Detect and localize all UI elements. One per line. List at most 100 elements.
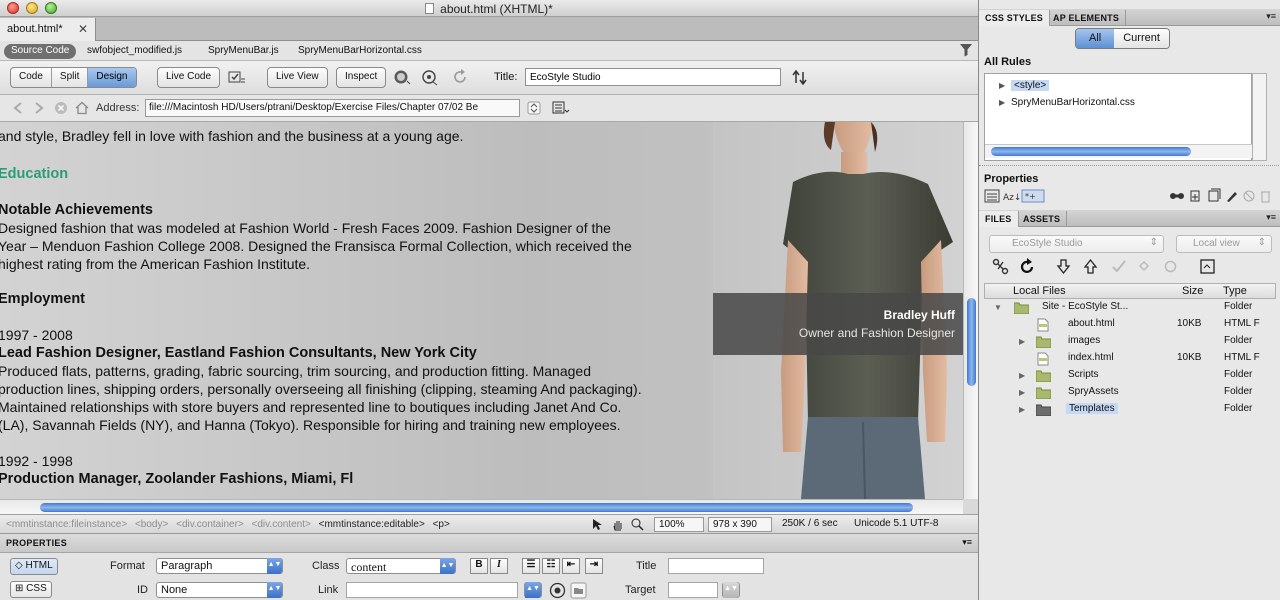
css-action-icons[interactable]	[1169, 188, 1273, 204]
address-input[interactable]: file:///Macintosh HD/Users/ptrani/Deskto…	[145, 99, 520, 117]
expand-triangle-icon[interactable]: ▶	[1019, 371, 1025, 380]
rules-horizontal-scrollbar[interactable]	[985, 144, 1253, 158]
refresh-icon[interactable]	[1019, 258, 1036, 275]
vertical-scroll-thumb[interactable]	[967, 298, 976, 386]
col-type[interactable]: Type	[1223, 285, 1247, 297]
related-file-sprymenubar-css[interactable]: SpryMenuBarHorizontal.css	[298, 45, 422, 56]
home-icon[interactable]	[75, 101, 89, 115]
browse-folder-icon[interactable]	[570, 582, 587, 599]
file-row-index[interactable]: index.html 10KB HTML F	[984, 352, 1276, 369]
link-dropdown[interactable]: ▲▼	[524, 582, 542, 598]
site-select[interactable]: EcoStyle Studio ⇕	[989, 235, 1164, 253]
code-view-button[interactable]: Code	[11, 68, 52, 87]
tab-ap-elements[interactable]: AP ELEMENTS	[1047, 10, 1127, 26]
job-title[interactable]: Production Manager, Zoolander Fashions, …	[0, 471, 718, 489]
design-view-button[interactable]: Design	[88, 68, 136, 87]
expand-triangle-icon[interactable]: ▶	[999, 98, 1005, 107]
ordered-list-button[interactable]: ☷	[542, 558, 560, 574]
file-row-images[interactable]: ▶ images Folder	[984, 335, 1276, 352]
check-browser-icon[interactable]	[228, 69, 246, 86]
address-stepper-icon[interactable]	[527, 101, 541, 115]
collapse-triangle-icon[interactable]: ▼	[994, 303, 1002, 312]
italic-button[interactable]: I	[490, 558, 508, 574]
tag-item[interactable]: <mmtinstance:fileinstance>	[6, 519, 127, 530]
css-mode-button[interactable]: ⊞ CSS	[10, 581, 52, 598]
forward-arrow-icon[interactable]	[32, 101, 46, 115]
file-row-about[interactable]: about.html 10KB HTML F	[984, 318, 1276, 335]
content-line[interactable]: highest rating from the American Fashion…	[0, 256, 718, 274]
expand-triangle-icon[interactable]: ▶	[1019, 405, 1025, 414]
unordered-list-button[interactable]: ☰	[522, 558, 540, 574]
content-line[interactable]: and style, Bradley fell in love with fas…	[0, 128, 718, 146]
tab-assets[interactable]: ASSETS	[1017, 211, 1068, 227]
page-title-input[interactable]	[525, 68, 781, 86]
indent-button[interactable]: ⇥	[585, 558, 603, 574]
class-select[interactable]: content ▲▼	[346, 558, 456, 574]
content-line[interactable]: Designed fashion that was modeled at Fas…	[0, 220, 718, 238]
css-rule-style[interactable]: ▶ <style>	[999, 80, 1050, 91]
job-title[interactable]: Lead Fashion Designer, Eastland Fashion …	[0, 345, 718, 363]
refresh-icon[interactable]	[452, 69, 470, 86]
zoom-tool-icon[interactable]	[631, 518, 644, 531]
title-prop-input[interactable]	[668, 558, 764, 574]
close-tab-icon[interactable]: ✕	[78, 22, 88, 36]
related-file-sprymenubar-js[interactable]: SpryMenuBar.js	[208, 45, 279, 56]
get-files-icon[interactable]	[1055, 258, 1072, 275]
live-view-button[interactable]: Live View	[267, 67, 328, 88]
page-content[interactable]: and style, Bradley fell in love with fas…	[0, 128, 718, 489]
sync-icon[interactable]	[1162, 258, 1179, 275]
all-button[interactable]: All	[1076, 29, 1115, 48]
col-size[interactable]: Size	[1182, 285, 1203, 297]
file-row-scripts[interactable]: ▶ Scripts Folder	[984, 369, 1276, 386]
live-code-button[interactable]: Live Code	[157, 67, 221, 88]
panel-divider[interactable]	[979, 165, 1280, 168]
put-files-icon[interactable]	[1082, 258, 1099, 275]
select-tool-icon[interactable]	[591, 518, 604, 531]
rules-scroll-thumb[interactable]	[991, 147, 1191, 156]
tag-item-active[interactable]: <mmtinstance:editable>	[319, 519, 425, 530]
file-management-icon[interactable]	[791, 69, 809, 86]
stop-icon[interactable]	[54, 101, 68, 115]
related-file-swfobject[interactable]: swfobject_modified.js	[87, 45, 182, 56]
job-years[interactable]: 1997 - 2008	[0, 327, 718, 345]
bold-button[interactable]: B	[470, 558, 488, 574]
window-size[interactable]: 978 x 390	[708, 517, 772, 532]
format-select[interactable]: Paragraph ▲▼	[156, 558, 283, 574]
current-button[interactable]: Current	[1114, 29, 1169, 48]
design-view[interactable]: and style, Bradley fell in love with fas…	[0, 122, 963, 499]
globe-icon[interactable]	[393, 69, 411, 86]
file-row-templates[interactable]: ▶ Templates Folder	[984, 403, 1276, 420]
design-horizontal-scrollbar[interactable]	[0, 499, 963, 514]
properties-view-icons[interactable]: Az↓ *+	[984, 188, 1066, 204]
expand-triangle-icon[interactable]: ▶	[999, 81, 1005, 90]
expand-triangle-icon[interactable]: ▶	[1019, 337, 1025, 346]
check-in-icon[interactable]	[1136, 258, 1153, 275]
content-line[interactable]: Year – Menduon Fashion College 2008. Des…	[0, 238, 718, 256]
content-line[interactable]: production lines, shipping orders, perso…	[0, 381, 718, 399]
panel-menu-icon[interactable]: ▾≡	[962, 537, 972, 548]
tag-item[interactable]: <body>	[135, 519, 168, 530]
rules-vertical-scrollbar[interactable]	[1252, 73, 1267, 161]
source-code-button[interactable]: Source Code	[4, 44, 77, 59]
view-select[interactable]: Local view ⇕	[1176, 235, 1272, 253]
connect-icon[interactable]	[992, 258, 1009, 275]
content-line[interactable]: Produced flats, patterns, grading, fabri…	[0, 363, 718, 381]
inspect-button[interactable]: Inspect	[336, 67, 387, 88]
employment-heading[interactable]: Employment	[0, 291, 718, 309]
panel-menu-icon[interactable]: ▾≡	[1266, 212, 1276, 223]
tab-files[interactable]: FILES	[979, 211, 1019, 227]
css-rule-sprymenubar[interactable]: ▶ SpryMenuBarHorizontal.css	[999, 97, 1135, 108]
horizontal-scroll-thumb[interactable]	[40, 503, 913, 512]
tab-about-html[interactable]: about.html* ✕	[0, 18, 96, 41]
tag-item[interactable]: <div.container>	[176, 519, 244, 530]
content-line[interactable]: (LA), Savannah Fields (NY), and Hanna (T…	[0, 417, 718, 435]
content-line[interactable]: Maintained relationships with store buye…	[0, 399, 718, 417]
panel-menu-icon[interactable]: ▾≡	[1266, 11, 1276, 22]
education-heading[interactable]: Education	[0, 166, 718, 184]
check-out-icon[interactable]	[1110, 258, 1127, 275]
tag-item[interactable]: <div.content>	[252, 519, 311, 530]
expand-panel-icon[interactable]	[1199, 258, 1216, 275]
file-row-spryassets[interactable]: ▶ SpryAssets Folder	[984, 386, 1276, 403]
expand-triangle-icon[interactable]: ▶	[1019, 388, 1025, 397]
target-dropdown[interactable]: ▲▼	[722, 582, 740, 598]
